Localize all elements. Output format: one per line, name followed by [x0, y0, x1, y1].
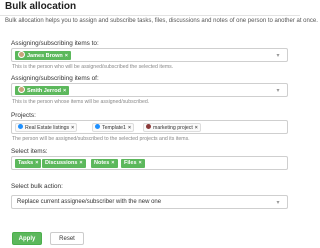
item-type-chip[interactable]: Files × — [121, 159, 145, 168]
select-items-select[interactable]: Tasks × Discussions × Notes × Files × — [11, 156, 288, 170]
bulk-action-label: Select bulk action: — [11, 183, 63, 190]
source-person-chip[interactable]: Smith Jerrod × — [15, 86, 70, 95]
assign-to-helper: This is the person who will be assigned/… — [12, 64, 174, 70]
assign-of-label: Assigning/subscribing items of: — [11, 75, 99, 82]
project-color-dot — [95, 124, 100, 129]
close-icon[interactable]: × — [65, 53, 68, 59]
apply-button[interactable]: Apply — [12, 232, 42, 245]
intro-text: Bulk allocation helps you to assign and … — [5, 18, 318, 24]
project-chip[interactable]: Template1 × — [92, 123, 134, 132]
close-icon[interactable]: × — [79, 160, 82, 166]
close-icon[interactable]: × — [128, 125, 131, 131]
assign-to-select[interactable]: James Brown × — [11, 48, 288, 62]
bulk-action-value: Replace current assignee/subscriber with… — [17, 199, 162, 205]
assign-of-select[interactable]: Smith Jerrod × — [11, 83, 288, 97]
item-type-chip-label: Files — [124, 160, 137, 166]
select-items-label: Select items: — [11, 148, 48, 155]
title-bar: Bulk allocation — [0, 0, 300, 16]
close-icon[interactable]: × — [111, 160, 114, 166]
projects-select[interactable]: Real Estate listings × Template1 × marketi… — [11, 120, 288, 134]
item-type-chip-label: Discussions — [45, 160, 78, 166]
project-color-dot — [146, 124, 151, 129]
chevron-down-icon[interactable] — [274, 199, 282, 207]
source-person-chip-label: Smith Jerrod — [27, 88, 61, 94]
item-type-chip[interactable]: Discussions × — [42, 159, 86, 168]
projects-label: Projects: — [11, 112, 36, 119]
close-icon[interactable]: × — [71, 125, 74, 131]
project-chip-label: Real Estate listings — [25, 125, 70, 131]
assignee-chip-label: James Brown — [27, 53, 63, 59]
project-chip-label: Template1 — [102, 125, 126, 131]
assign-to-label: Assigning/subscribing items to: — [11, 40, 99, 47]
close-icon[interactable]: × — [35, 160, 38, 166]
bulk-action-select[interactable]: Replace current assignee/subscriber with… — [11, 195, 288, 209]
item-type-chip[interactable]: Notes × — [91, 159, 118, 168]
projects-helper: The person will be assigned/subscribed t… — [12, 136, 190, 142]
project-chip[interactable]: marketing project × — [143, 123, 201, 132]
assign-of-helper: This is the person whose items will be a… — [12, 99, 150, 105]
assignee-chip[interactable]: James Brown × — [15, 51, 71, 60]
close-icon[interactable]: × — [195, 125, 198, 131]
item-type-chip-label: Tasks — [18, 160, 34, 166]
chevron-down-icon[interactable] — [274, 52, 282, 60]
project-color-dot — [18, 124, 23, 129]
avatar — [18, 86, 25, 93]
item-type-chip-label: Notes — [94, 160, 110, 166]
close-icon[interactable]: × — [63, 88, 66, 94]
page-title: Bulk allocation — [5, 1, 77, 12]
chevron-down-icon[interactable] — [274, 87, 282, 95]
avatar — [18, 51, 25, 58]
project-chip[interactable]: Real Estate listings × — [15, 123, 78, 132]
close-icon[interactable]: × — [139, 160, 142, 166]
item-type-chip[interactable]: Tasks × — [15, 159, 42, 168]
project-chip-label: marketing project — [153, 125, 193, 131]
reset-button[interactable]: Reset — [50, 232, 84, 245]
